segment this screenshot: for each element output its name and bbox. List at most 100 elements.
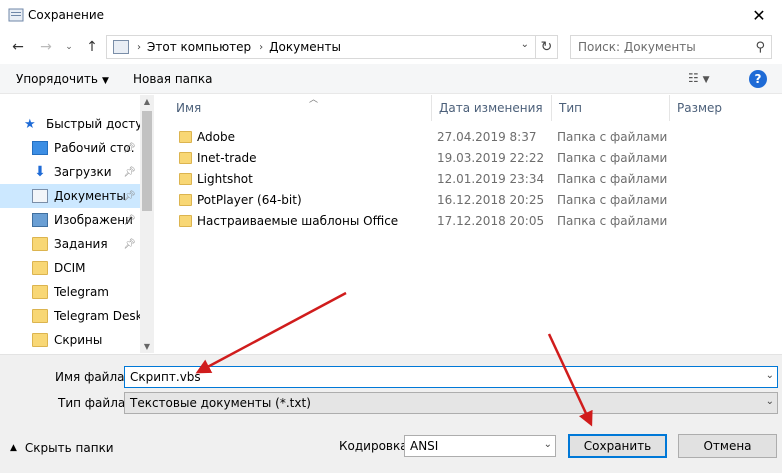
column-header-name[interactable]: ︿ Имя	[169, 95, 432, 121]
save-form: Имя файла: Скрипт.vbs ⌄ Тип файла: Текст…	[0, 354, 782, 473]
sort-ascending-icon: ︿	[309, 95, 319, 105]
chevron-down-icon: ⌄	[65, 42, 73, 52]
help-icon: ?	[754, 72, 762, 86]
pin-icon: 📌︎	[123, 166, 136, 178]
chevron-down-icon[interactable]: ⌄	[766, 370, 774, 381]
close-button[interactable]: ✕	[736, 0, 782, 31]
file-row[interactable]: Настраиваемые шаблоны Office 17.12.2018 …	[155, 211, 782, 232]
arrow-up-icon: ↑	[86, 39, 98, 55]
file-row[interactable]: Lightshot 12.01.2019 23:34 Папка с файла…	[155, 169, 782, 190]
scroll-up-icon[interactable]: ▲	[140, 97, 154, 106]
refresh-button[interactable]: ↻	[535, 36, 557, 58]
pin-icon: 📌︎	[123, 238, 136, 250]
folder-icon	[32, 333, 48, 347]
navigation-pane: ★ Быстрый доступ Рабочий сто. 📌︎ ⬇ Загру…	[0, 95, 154, 353]
encoding-label: Кодировка:	[339, 439, 412, 453]
forward-button[interactable]: →	[34, 37, 58, 57]
view-options-button[interactable]: ☷ ▼	[688, 71, 710, 85]
sidebar-item-downloads[interactable]: ⬇ Загрузки 📌︎	[0, 160, 140, 184]
folder-icon	[32, 237, 48, 251]
search-icon: ⚲	[755, 40, 765, 55]
column-header-size[interactable]: Размер	[670, 95, 770, 121]
breadcrumb-separator-icon: ›	[137, 41, 141, 53]
sidebar-item-screenshots[interactable]: Скрины	[0, 328, 140, 352]
pin-icon: 📌︎	[123, 190, 136, 202]
folder-icon	[179, 194, 192, 206]
scrollbar-thumb[interactable]	[142, 111, 152, 211]
address-bar-row: ← → ⌄ ↑ › Этот компьютер › Документы ⌄ ↻…	[0, 33, 782, 61]
new-folder-label: Новая папка	[133, 72, 213, 86]
sidebar-item-quick-access[interactable]: ★ Быстрый доступ	[0, 112, 140, 136]
folder-icon	[179, 173, 192, 185]
sidebar-item-desktop[interactable]: Рабочий сто. 📌︎	[0, 136, 140, 160]
refresh-icon: ↻	[540, 39, 553, 55]
scroll-down-icon[interactable]: ▼	[140, 342, 154, 351]
folder-icon	[179, 131, 192, 143]
caret-down-icon: ▼	[702, 75, 710, 85]
file-row[interactable]: PotPlayer (64-bit) 16.12.2018 20:25 Папк…	[155, 190, 782, 211]
breadcrumb-separator-icon: ›	[259, 41, 264, 53]
pin-icon: 📌︎	[123, 142, 136, 154]
back-button[interactable]: ←	[6, 37, 30, 57]
filename-label: Имя файла:	[55, 370, 129, 384]
sidebar-item-telegram-desktop[interactable]: Telegram Deskto	[0, 304, 140, 328]
documents-location-icon	[113, 40, 129, 54]
file-row[interactable]: Inet-trade 19.03.2019 22:22 Папка с файл…	[155, 148, 782, 169]
filename-value: Скрипт.vbs	[130, 370, 201, 384]
download-icon: ⬇	[34, 164, 46, 180]
folder-icon	[32, 309, 48, 323]
file-row[interactable]: Adobe 27.04.2019 8:37 Папка с файлами	[155, 127, 782, 148]
pictures-icon	[32, 213, 48, 227]
close-icon: ✕	[752, 6, 766, 25]
column-header-date[interactable]: Дата изменения	[432, 95, 552, 121]
search-input[interactable]: Поиск: Документы ⚲	[570, 35, 772, 59]
encoding-select[interactable]: ANSI ⌄	[404, 435, 556, 457]
breadcrumb-documents[interactable]: Документы	[269, 40, 341, 54]
folder-icon	[179, 215, 192, 227]
organize-label: Упорядочить	[16, 72, 98, 86]
breadcrumb-this-pc[interactable]: Этот компьютер	[147, 40, 251, 54]
arrow-right-icon: →	[40, 39, 52, 55]
filename-input[interactable]: Скрипт.vbs ⌄	[124, 366, 778, 388]
desktop-icon	[32, 141, 48, 155]
sidebar-item-dcim[interactable]: DCIM	[0, 256, 140, 280]
help-button[interactable]: ?	[749, 70, 767, 88]
star-icon: ★	[24, 116, 36, 132]
organize-button[interactable]: Упорядочить ▼	[16, 72, 109, 86]
address-bar[interactable]: › Этот компьютер › Документы ⌄ ↻	[106, 35, 558, 59]
sidebar-item-tasks[interactable]: Задания 📌︎	[0, 232, 140, 256]
caret-up-icon: ▲	[10, 443, 17, 453]
cancel-button[interactable]: Отмена	[678, 434, 777, 458]
arrow-left-icon: ←	[12, 39, 24, 55]
command-toolbar: Упорядочить ▼ Новая папка ☷ ▼ ?	[0, 64, 782, 94]
title-bar: Сохранение ✕	[0, 0, 782, 31]
folder-icon	[179, 152, 192, 164]
filetype-label: Тип файла:	[58, 396, 130, 410]
sidebar-item-pictures[interactable]: Изображени 📌︎	[0, 208, 140, 232]
file-list: ︿ Имя Дата изменения Тип Размер Adobe 27…	[155, 95, 782, 353]
nav-scrollbar[interactable]: ▲ ▼	[140, 95, 154, 353]
encoding-value: ANSI	[410, 439, 439, 453]
column-header-type[interactable]: Тип	[552, 95, 670, 121]
up-button[interactable]: ↑	[80, 37, 104, 57]
sidebar-item-documents[interactable]: Документы 📌︎	[0, 184, 140, 208]
save-dialog-icon	[8, 8, 24, 22]
hide-folders-button[interactable]: ▲ Скрыть папки	[10, 441, 114, 455]
filetype-select[interactable]: Текстовые документы (*.txt) ⌄	[124, 392, 778, 414]
address-dropdown-icon[interactable]: ⌄	[521, 39, 529, 50]
new-folder-button[interactable]: Новая папка	[133, 72, 212, 86]
window-title: Сохранение	[28, 8, 105, 22]
caret-down-icon: ▼	[101, 76, 109, 86]
view-list-icon: ☷	[688, 71, 699, 85]
chevron-down-icon: ⌄	[765, 396, 774, 407]
folder-icon	[32, 261, 48, 275]
filetype-value: Текстовые документы (*.txt)	[130, 396, 311, 410]
search-placeholder: Поиск: Документы	[578, 40, 696, 54]
pin-icon: 📌︎	[123, 214, 136, 226]
save-button[interactable]: Сохранить	[568, 434, 667, 458]
chevron-down-icon: ⌄	[543, 439, 552, 450]
folder-icon	[32, 285, 48, 299]
recent-locations-button[interactable]: ⌄	[62, 37, 76, 57]
documents-icon	[32, 189, 48, 203]
sidebar-item-telegram[interactable]: Telegram	[0, 280, 140, 304]
